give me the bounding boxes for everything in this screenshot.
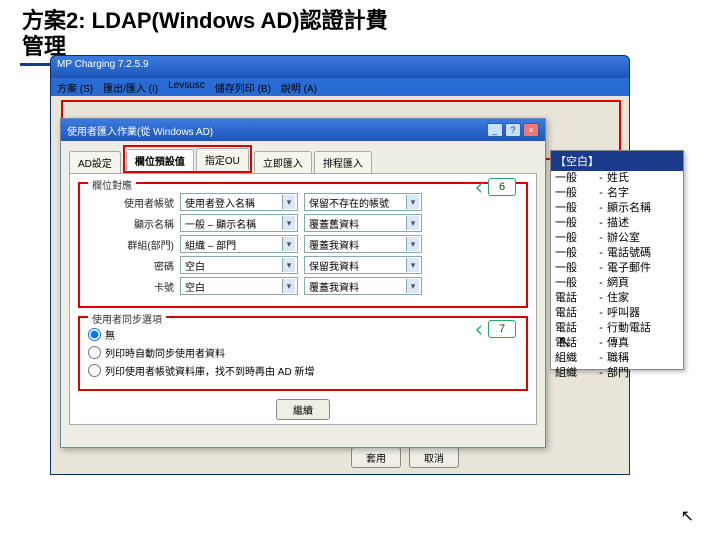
field-label: 使用者帳號 — [88, 195, 174, 210]
apply-button[interactable]: 套用 — [351, 447, 401, 468]
field-row: 卡號空白覆蓋我資料 — [88, 277, 518, 295]
policy-combo[interactable]: 覆蓋舊資料 — [304, 214, 422, 232]
attribute-list-item[interactable]: 一般-顯示名稱 — [551, 201, 683, 216]
attribute-list-item[interactable]: 一般-描述 — [551, 216, 683, 231]
attribute-list-item[interactable]: 組織-部門 — [551, 366, 683, 381]
attribute-list-item[interactable]: 電話-傳真 — [551, 336, 683, 351]
radio-auto-sync[interactable]: 列印時自動同步使用者資料 — [88, 345, 518, 360]
menu-help[interactable]: 說明 (A) — [281, 80, 317, 94]
menu-io[interactable]: 匯出/匯入 (I) — [103, 80, 158, 94]
source-combo[interactable]: 空白 — [180, 277, 298, 295]
dialog-title: 使用者匯入作業(從 Windows AD) — [67, 123, 213, 138]
tab-import-now[interactable]: 立即匯入 — [254, 151, 312, 173]
attribute-list-item[interactable]: 電話-行動電話 — [551, 321, 683, 336]
policy-combo[interactable]: 覆蓋我資料 — [304, 277, 422, 295]
sync-options-group: 使用者同步選項 無 列印時自動同步使用者資料 列印使用者帳號資料庫，找不到時再由… — [78, 316, 528, 391]
tab-ad-settings[interactable]: AD設定 — [69, 151, 121, 173]
attribute-list-item[interactable]: 一般-辦公室 — [551, 231, 683, 246]
minimize-icon[interactable]: _ — [487, 123, 503, 137]
attribute-list-panel: 【空白】 一般-姓氏一般-名字一般-顯示名稱一般-描述一般-辦公室一般-電話號碼… — [550, 150, 684, 370]
close-icon[interactable]: × — [523, 123, 539, 137]
attribute-list-item[interactable]: 一般-電話號碼 — [551, 246, 683, 261]
attribute-list-item[interactable]: 一般-網頁 — [551, 276, 683, 291]
policy-combo[interactable]: 覆蓋我資料 — [304, 235, 422, 253]
field-row: 使用者帳號使用者登入名稱保留不存在的帳號 — [88, 193, 518, 211]
tab-schedule[interactable]: 排程匯入 — [314, 151, 372, 173]
parent-menubar[interactable]: 方案 (S) 匯出/匯入 (I) Levsusc 儲存列印 (B) 說明 (A) — [51, 78, 629, 96]
field-row: 群組(部門) 組織 – 部門覆蓋我資料 — [88, 235, 518, 253]
radio-add-from-ad[interactable]: 列印使用者帳號資料庫，找不到時再由 AD 新增 — [88, 363, 518, 378]
radio-none[interactable]: 無 — [88, 327, 518, 342]
attribute-list-item[interactable]: 組織-職稱 — [551, 351, 683, 366]
menu-lev[interactable]: Levsusc — [168, 80, 205, 94]
field-row: 顯示名稱一般 – 顯示名稱覆蓋舊資料 — [88, 214, 518, 232]
field-label: 密碼 — [88, 258, 174, 273]
callout-6: 6 — [488, 178, 516, 196]
group-legend: 使用者同步選項 — [88, 311, 166, 326]
source-combo[interactable]: 一般 – 顯示名稱 — [180, 214, 298, 232]
menu-print[interactable]: 儲存列印 (B) — [215, 80, 271, 94]
attribute-list-item[interactable]: 電話-住家 — [551, 291, 683, 306]
cancel-button[interactable]: 取消 — [409, 447, 459, 468]
tab-bar: AD設定 欄位預設值 指定OU 立即匯入 排程匯入 — [61, 141, 545, 173]
field-label: 卡號 — [88, 279, 174, 294]
tab-pane: 欄位對應 使用者帳號使用者登入名稱保留不存在的帳號顯示名稱一般 – 顯示名稱覆蓋… — [69, 173, 537, 425]
field-mapping-group: 欄位對應 使用者帳號使用者登入名稱保留不存在的帳號顯示名稱一般 – 顯示名稱覆蓋… — [78, 182, 528, 308]
field-label: 顯示名稱 — [88, 216, 174, 231]
help-icon[interactable]: ? — [505, 123, 521, 137]
group-legend: 欄位對應 — [88, 177, 136, 192]
policy-combo[interactable]: 保留我資料 — [304, 256, 422, 274]
callout-7: 7 — [488, 320, 516, 338]
field-row: 密碼空白保留我資料 — [88, 256, 518, 274]
tab-specify-ou[interactable]: 指定OU — [196, 148, 249, 170]
cursor-icon: ↖ — [681, 506, 694, 526]
source-combo[interactable]: 組織 – 部門 — [180, 235, 298, 253]
attribute-list-item[interactable]: 一般-姓氏 — [551, 171, 683, 186]
source-combo[interactable]: 空白 — [180, 256, 298, 274]
attribute-list-item[interactable]: 電話-呼叫器 — [551, 306, 683, 321]
field-label: 群組(部門) — [88, 237, 174, 252]
menu-scheme[interactable]: 方案 (S) — [57, 80, 93, 94]
continue-button[interactable]: 繼續 — [276, 399, 330, 420]
policy-combo[interactable]: 保留不存在的帳號 — [304, 193, 422, 211]
attribute-list-item[interactable]: 一般-名字 — [551, 186, 683, 201]
attribute-list-header: 【空白】 — [551, 151, 683, 171]
tab-field-defaults[interactable]: 欄位預設值 — [126, 149, 194, 171]
attribute-list-item[interactable]: 一般-電子郵件 — [551, 261, 683, 276]
source-combo[interactable]: 使用者登入名稱 — [180, 193, 298, 211]
parent-window-title: MP Charging 7.2.5.9 — [51, 56, 629, 78]
highlight-tabs: 欄位預設值 指定OU — [123, 145, 252, 173]
import-dialog: 使用者匯入作業(從 Windows AD) _ ? × AD設定 欄位預設值 指… — [60, 118, 546, 448]
